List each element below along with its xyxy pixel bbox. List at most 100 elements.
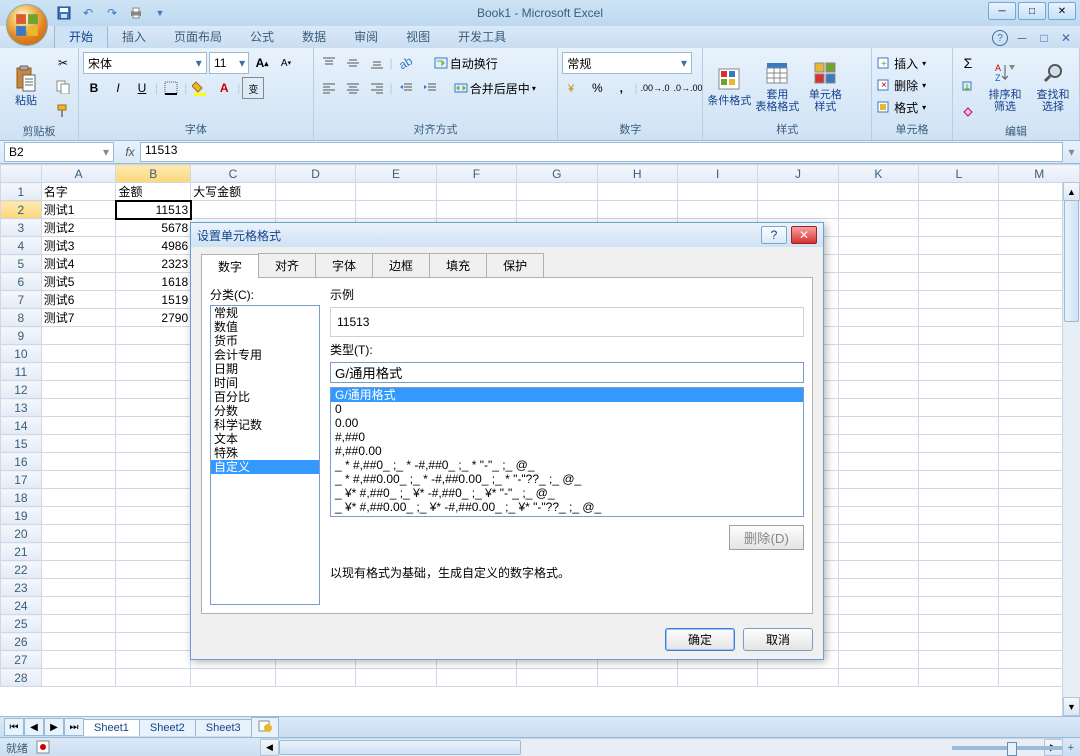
office-button[interactable] <box>6 4 48 46</box>
row-header-14[interactable]: 14 <box>1 417 42 435</box>
category-item[interactable]: 文本 <box>211 432 319 446</box>
font-name-combo[interactable]: ▾ <box>83 52 207 74</box>
row-header-20[interactable]: 20 <box>1 525 42 543</box>
cell-K6[interactable] <box>838 273 918 291</box>
cell-K22[interactable] <box>838 561 918 579</box>
cell-K13[interactable] <box>838 399 918 417</box>
fill-down-icon[interactable] <box>957 76 979 98</box>
cell-A5[interactable]: 测试4 <box>41 255 116 273</box>
category-item[interactable]: 时间 <box>211 376 319 390</box>
format-item[interactable]: #,##0.00 <box>331 444 803 458</box>
cell-K19[interactable] <box>838 507 918 525</box>
align-bottom-icon[interactable] <box>366 52 388 74</box>
cell-F28[interactable] <box>436 669 516 687</box>
format-list[interactable]: G/通用格式00.00#,##0#,##0.00_ * #,##0_ ;_ * … <box>330 387 804 517</box>
cell-L3[interactable] <box>919 219 999 237</box>
cell-G1[interactable] <box>517 183 597 201</box>
zoom-slider[interactable] <box>952 746 1062 750</box>
col-header-B[interactable]: B <box>116 165 191 183</box>
cell-K4[interactable] <box>838 237 918 255</box>
col-header-C[interactable]: C <box>191 165 276 183</box>
row-header-3[interactable]: 3 <box>1 219 42 237</box>
currency-icon[interactable]: ¥ <box>562 77 584 99</box>
cell-C1[interactable]: 大写金额 <box>191 183 276 201</box>
doc-close-icon[interactable]: ✕ <box>1058 30 1074 46</box>
cell-K10[interactable] <box>838 345 918 363</box>
cell-F1[interactable] <box>436 183 516 201</box>
quickprint-icon[interactable] <box>126 3 146 23</box>
save-icon[interactable] <box>54 3 74 23</box>
cell-A7[interactable]: 测试6 <box>41 291 116 309</box>
cell-L11[interactable] <box>919 363 999 381</box>
row-header-26[interactable]: 26 <box>1 633 42 651</box>
cell-L22[interactable] <box>919 561 999 579</box>
format-item[interactable]: #,##0 <box>331 430 803 444</box>
col-header-I[interactable]: I <box>677 165 757 183</box>
format-item[interactable]: _ ¥* #,##0_ ;_ ¥* -#,##0_ ;_ ¥* "-"_ ;_ … <box>331 486 803 500</box>
qat-customize-icon[interactable]: ▼ <box>150 3 170 23</box>
orientation-icon[interactable]: ab <box>395 52 417 74</box>
cell-E1[interactable] <box>356 183 436 201</box>
cell-L5[interactable] <box>919 255 999 273</box>
col-header-L[interactable]: L <box>919 165 999 183</box>
cell-K2[interactable] <box>838 201 918 219</box>
cell-A19[interactable] <box>41 507 116 525</box>
cell-A22[interactable] <box>41 561 116 579</box>
cell-B11[interactable] <box>116 363 191 381</box>
fx-icon[interactable]: fx <box>120 143 140 161</box>
cell-A1[interactable]: 名字 <box>41 183 116 201</box>
cell-B20[interactable] <box>116 525 191 543</box>
cell-A17[interactable] <box>41 471 116 489</box>
find-select-button[interactable]: 查找和 选择 <box>1031 52 1075 120</box>
percent-icon[interactable]: % <box>586 77 608 99</box>
row-header-8[interactable]: 8 <box>1 309 42 327</box>
type-input[interactable] <box>330 362 804 383</box>
sheet-tab-2[interactable]: Sheet2 <box>139 719 196 736</box>
col-header-J[interactable]: J <box>758 165 838 183</box>
cell-B28[interactable] <box>116 669 191 687</box>
dialog-tab-font[interactable]: 字体 <box>315 253 373 277</box>
paste-button[interactable]: 粘贴 <box>4 52 48 120</box>
cell-K28[interactable] <box>838 669 918 687</box>
ribbon-minimize-icon[interactable]: ─ <box>1014 30 1030 46</box>
cell-A13[interactable] <box>41 399 116 417</box>
cell-L12[interactable] <box>919 381 999 399</box>
cell-B8[interactable]: 2790 <box>116 309 191 327</box>
cell-L4[interactable] <box>919 237 999 255</box>
category-item[interactable]: 日期 <box>211 362 319 376</box>
format-item[interactable]: #,##0;-#,##0 <box>331 514 803 517</box>
cell-K15[interactable] <box>838 435 918 453</box>
cell-B27[interactable] <box>116 651 191 669</box>
tab-layout[interactable]: 页面布局 <box>160 25 236 48</box>
dialog-tab-number[interactable]: 数字 <box>201 254 259 278</box>
cell-C2[interactable] <box>191 201 276 219</box>
cell-L23[interactable] <box>919 579 999 597</box>
sheet-nav-prev[interactable]: ◀ <box>24 718 44 736</box>
cell-D28[interactable] <box>275 669 355 687</box>
row-header-11[interactable]: 11 <box>1 363 42 381</box>
tab-home[interactable]: 开始 <box>54 24 108 48</box>
dialog-close-button[interactable]: ✕ <box>791 226 817 244</box>
cell-K25[interactable] <box>838 615 918 633</box>
col-header-A[interactable]: A <box>41 165 116 183</box>
col-header-E[interactable]: E <box>356 165 436 183</box>
cell-L19[interactable] <box>919 507 999 525</box>
dialog-tab-fill[interactable]: 填充 <box>429 253 487 277</box>
cell-I2[interactable] <box>677 201 757 219</box>
cell-L14[interactable] <box>919 417 999 435</box>
phonetic-button[interactable]: 变 <box>242 77 264 99</box>
cell-K21[interactable] <box>838 543 918 561</box>
cell-A24[interactable] <box>41 597 116 615</box>
cell-K5[interactable] <box>838 255 918 273</box>
cell-B3[interactable]: 5678 <box>116 219 191 237</box>
cell-A3[interactable]: 测试2 <box>41 219 116 237</box>
font-size-combo[interactable]: ▾ <box>209 52 249 74</box>
cell-B25[interactable] <box>116 615 191 633</box>
increase-decimal-icon[interactable]: .00→.0 <box>639 77 670 99</box>
cell-K20[interactable] <box>838 525 918 543</box>
category-item[interactable]: 自定义 <box>211 460 319 474</box>
cell-K26[interactable] <box>838 633 918 651</box>
row-header-15[interactable]: 15 <box>1 435 42 453</box>
decrease-font-icon[interactable]: A▾ <box>275 52 297 74</box>
row-header-1[interactable]: 1 <box>1 183 42 201</box>
